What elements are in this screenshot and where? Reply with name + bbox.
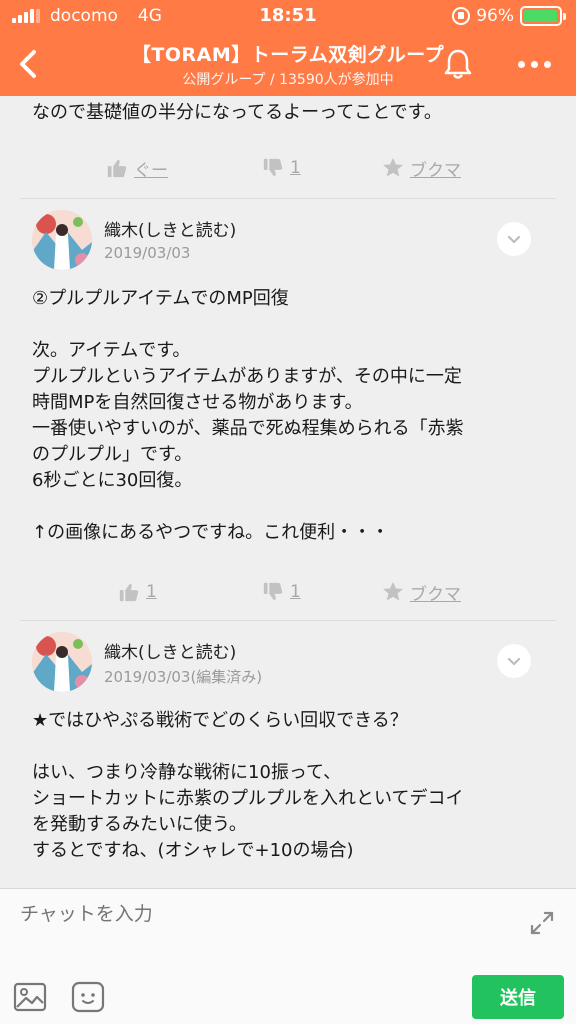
battery-percent: 96% <box>476 6 514 26</box>
thumbs-down-icon <box>263 582 283 601</box>
group-subtitle: 公開グループ / 13590人が参加中 <box>182 72 394 88</box>
thumbs-down-icon <box>263 158 283 177</box>
send-button[interactable]: 送信 <box>472 975 564 1019</box>
message-text-line: を発動するみたいに使う。 <box>32 814 247 835</box>
like-button[interactable]: 1 <box>118 562 157 622</box>
post-date: 2019/03/03(編集済み) <box>104 668 263 686</box>
dislike-button[interactable]: 1 <box>262 562 301 622</box>
like-button[interactable]: ぐー <box>106 138 168 198</box>
message-text-line: ②プルプルアイテムでのMP回復 <box>32 288 289 309</box>
divider <box>20 620 556 621</box>
group-title: 【TORAM】トーラム双剣グループ <box>131 44 445 66</box>
message-text-line <box>0 494 576 520</box>
dislike-count: 1 <box>290 158 301 178</box>
group-title-area[interactable]: 【TORAM】トーラム双剣グループ 公開グループ / 13590人が参加中 <box>0 40 576 89</box>
avatar[interactable] <box>32 632 92 692</box>
chevron-down-icon <box>507 657 521 666</box>
chat-input[interactable] <box>20 903 500 925</box>
message-text-line: プルプルというアイテムがありますが、その中に一定 <box>32 366 462 387</box>
message-actions: ぐー 1 ブクマ <box>0 138 576 198</box>
message-text-line <box>0 734 576 760</box>
more-options-button[interactable] <box>512 48 556 80</box>
bell-icon <box>444 49 472 79</box>
emoji-icon <box>71 981 105 1013</box>
star-icon <box>383 581 403 601</box>
message-actions: 1 1 ブクマ <box>0 562 576 622</box>
bookmark-button[interactable]: ブクマ <box>382 138 461 198</box>
image-attach-button[interactable] <box>12 979 48 1015</box>
message-list[interactable]: なので基礎値の半分になってるよーってことです。 ぐー 1 ブクマ 織木(しきと読… <box>0 96 576 888</box>
avatar-image <box>32 210 92 270</box>
message-text-line: 時間MPを自然回復させる物があります。 <box>32 392 363 413</box>
message-body: ②プルプルアイテムでのMP回復 次。アイテムです。 プルプルというアイテムがあり… <box>0 286 576 546</box>
thumbs-up-icon <box>119 583 139 602</box>
star-icon <box>383 157 403 177</box>
message-text-line: 次。アイテムです。 <box>32 340 191 361</box>
message-text-line: はい、つまり冷静な戦術に10振って、 <box>32 762 342 783</box>
message-text-line: 6秒ごとに30回復。 <box>32 470 193 491</box>
message-text-line: のプルプル」です。 <box>32 444 193 465</box>
post-menu-button[interactable] <box>497 644 531 678</box>
chat-input-bar: 送信 <box>0 888 576 1024</box>
bookmark-button[interactable]: ブクマ <box>382 562 461 622</box>
expand-icon <box>530 911 554 935</box>
message-text-line: ↑の画像にあるやつですね。これ便利・・・ <box>32 522 390 543</box>
post-date: 2019/03/03 <box>104 244 191 262</box>
message-text-line: ★ではひやぷる戦術でどのくらい回収できる？ <box>32 710 408 731</box>
bookmark-label: ブクマ <box>410 160 461 181</box>
post-menu-button[interactable] <box>497 222 531 256</box>
dislike-button[interactable]: 1 <box>262 138 301 198</box>
chat-header: 【TORAM】トーラム双剣グループ 公開グループ / 13590人が参加中 <box>0 32 576 96</box>
message-text-line: するとですね、(オシャレで+10の場合) <box>32 840 354 861</box>
battery-icon <box>520 6 566 26</box>
author-name[interactable]: 織木(しきと読む) <box>104 216 236 241</box>
avatar[interactable] <box>32 210 92 270</box>
chevron-down-icon <box>507 235 521 244</box>
like-count: 1 <box>146 582 157 602</box>
image-icon <box>13 982 47 1012</box>
message-body: ★ではひやぷる戦術でどのくらい回収できる？ はい、つまり冷静な戦術に10振って、… <box>0 708 576 864</box>
orientation-lock-icon <box>452 7 471 25</box>
message-text-line: ショートカットに赤紫のプルプルを入れといてデコイ <box>32 788 464 809</box>
expand-input-button[interactable] <box>526 907 558 939</box>
message-text-line: なので基礎値の半分になってるよーってことです。 <box>32 102 442 123</box>
message-text-line <box>0 312 576 338</box>
author-name[interactable]: 織木(しきと読む) <box>104 638 236 663</box>
notification-button[interactable] <box>438 44 478 84</box>
sticker-button[interactable] <box>70 979 106 1015</box>
dislike-count: 1 <box>290 582 301 602</box>
avatar-image <box>32 632 92 692</box>
like-count: ぐー <box>134 160 168 181</box>
bookmark-label: ブクマ <box>410 584 461 605</box>
message-text-line: 一番使いやすいのが、薬品で死ぬ程集められる「赤紫 <box>32 418 464 439</box>
thumbs-up-icon <box>107 159 127 178</box>
status-bar: docomo 4G 18:51 96% <box>0 0 576 32</box>
divider <box>20 198 556 199</box>
